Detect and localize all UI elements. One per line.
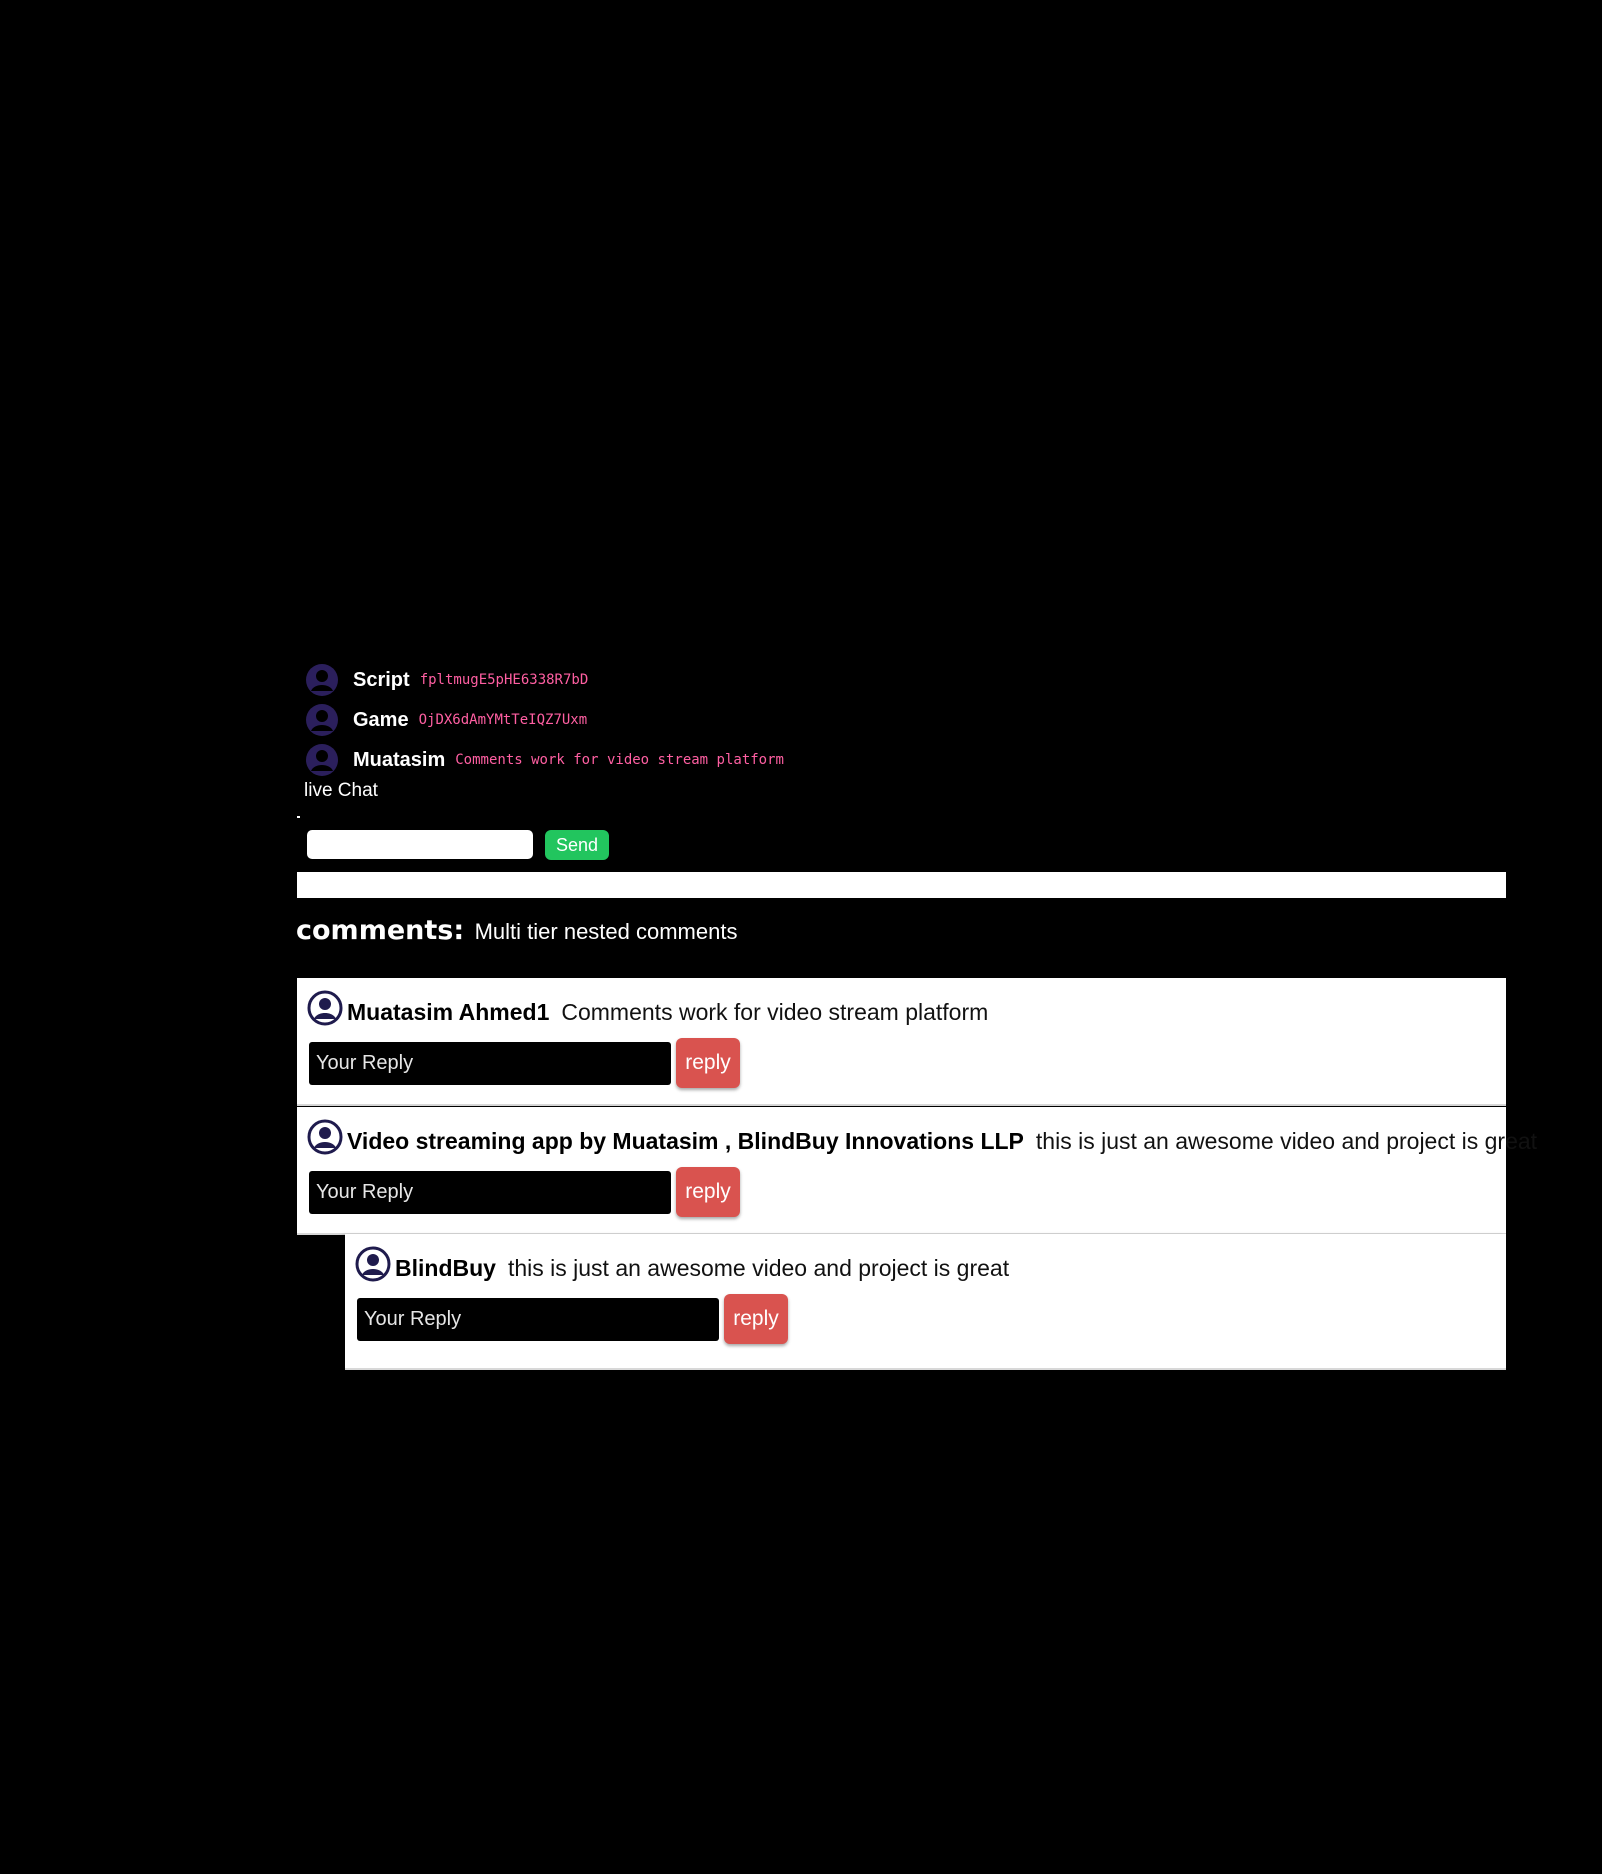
reply-input[interactable] — [309, 1171, 671, 1214]
comments-heading: comments: Multi tier nested comments — [296, 915, 737, 946]
chat-username: Game — [353, 708, 409, 731]
reply-input[interactable] — [309, 1042, 671, 1085]
comment-text: Comments work for video stream platform — [561, 999, 989, 1025]
chat-username: Muatasim — [353, 748, 446, 771]
chat-username: Script — [353, 668, 410, 691]
live-chat-messages: Script fpltmugE5pHE6338R7bD Game OjDX6dA… — [305, 660, 1005, 780]
user-avatar-icon — [307, 1119, 343, 1155]
reply-button[interactable]: reply — [676, 1167, 740, 1217]
chat-message-text: Comments work for video stream platform — [455, 752, 784, 768]
comment-header: Video streaming app by Muatasim , BlindB… — [307, 1119, 1537, 1155]
comment-author: BlindBuy — [395, 1255, 496, 1281]
chat-message: Muatasim Comments work for video stream … — [305, 740, 1005, 780]
nested-comment-item: BlindBuy this is just an awesome video a… — [345, 1234, 1506, 1370]
chat-message: Game OjDX6dAmYMtTeIQZ7Uxm — [305, 700, 1005, 740]
comment-text: this is just an awesome video and projec… — [1035, 1128, 1538, 1154]
divider-mark — [297, 816, 300, 818]
user-avatar-icon — [355, 1246, 391, 1282]
user-avatar-icon — [305, 703, 339, 737]
user-avatar-icon — [305, 743, 339, 777]
live-chat-title: live Chat — [304, 780, 378, 801]
chat-message-text: OjDX6dAmYMtTeIQZ7Uxm — [418, 712, 588, 728]
reply-input[interactable] — [357, 1298, 719, 1341]
comment-author: Video streaming app by Muatasim , BlindB… — [347, 1128, 1024, 1154]
reply-button[interactable]: reply — [724, 1294, 788, 1344]
chat-message: Script fpltmugE5pHE6338R7bD — [305, 660, 1005, 700]
user-avatar-icon — [307, 990, 343, 1026]
reply-button[interactable]: reply — [676, 1038, 740, 1088]
comments-heading-text: Multi tier nested comments — [474, 919, 738, 944]
chat-message-text: fpltmugE5pHE6338R7bD — [419, 672, 589, 688]
comment-text: this is just an awesome video and projec… — [507, 1255, 1010, 1281]
comment-item: Muatasim Ahmed1 Comments work for video … — [297, 978, 1506, 1106]
send-button[interactable]: Send — [545, 830, 609, 860]
user-avatar-icon — [305, 663, 339, 697]
comments-heading-label: comments: — [296, 915, 465, 946]
comment-item: Video streaming app by Muatasim , BlindB… — [297, 1107, 1537, 1235]
chat-message-input[interactable] — [307, 830, 533, 859]
comment-header: Muatasim Ahmed1 Comments work for video … — [307, 990, 988, 1026]
comment-header: BlindBuy this is just an awesome video a… — [355, 1246, 1009, 1282]
divider-bar — [297, 872, 1506, 898]
comment-author: Muatasim Ahmed1 — [347, 999, 550, 1025]
